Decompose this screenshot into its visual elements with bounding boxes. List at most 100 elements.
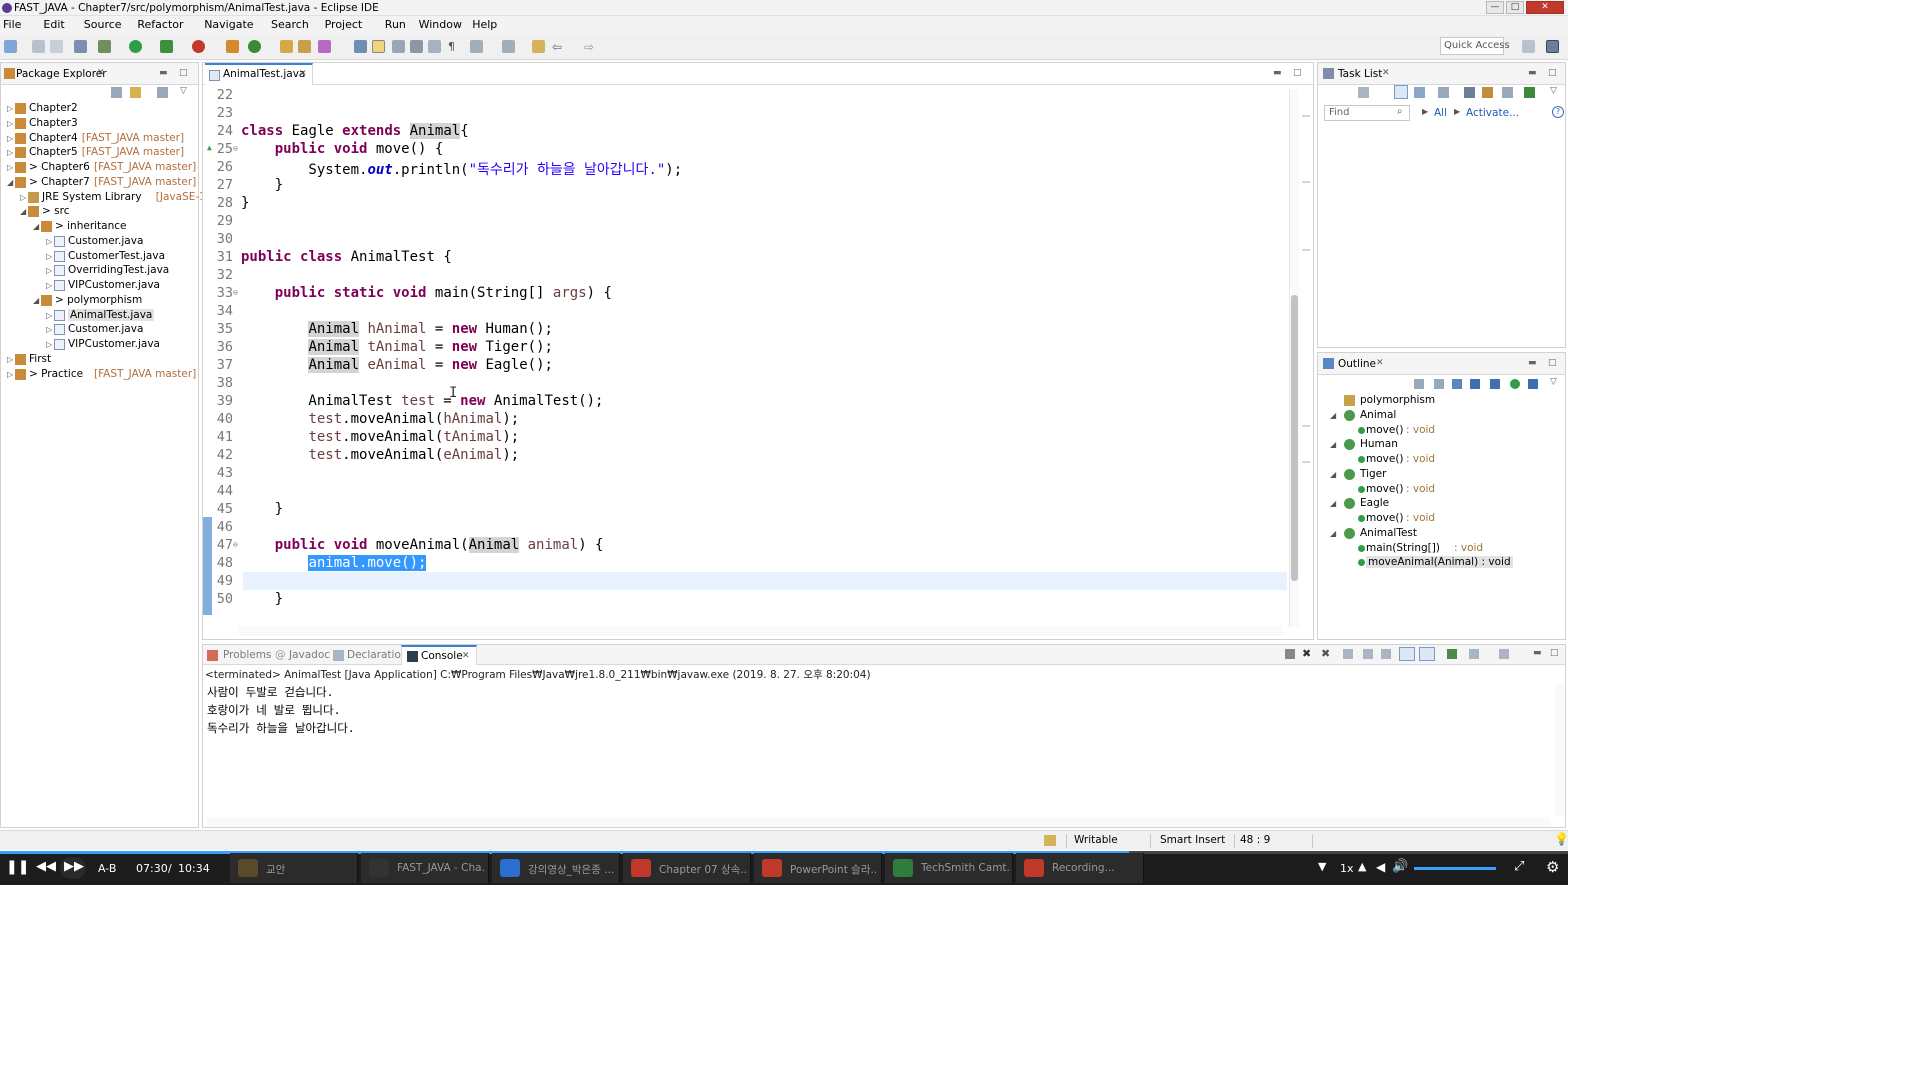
display-console-icon[interactable] [1469, 649, 1479, 659]
show-whitespace-icon[interactable] [428, 40, 441, 53]
menu-run[interactable]: Run [385, 18, 406, 31]
menu-source[interactable]: Source [84, 18, 122, 31]
collapsed-icon[interactable]: ▷ [46, 340, 52, 349]
new-class-icon[interactable] [248, 40, 261, 53]
code-area[interactable]: 22 23 24 class Eagle extends Animal{25 publ… [207, 89, 1287, 626]
tree-item[interactable]: ▷ > Chapter6 [FAST_JAVA master] [1, 160, 199, 175]
outline-title[interactable]: Outline [1338, 358, 1376, 370]
outline-item[interactable]: polymorphism [1318, 393, 1566, 408]
code-line[interactable]: test.moveAnimal(hAnimal); [241, 411, 519, 427]
clear-console-icon[interactable] [1343, 649, 1353, 659]
maximize-view-icon[interactable]: □ [1548, 358, 1557, 368]
menu-refactor[interactable]: Refactor [137, 18, 183, 31]
settings-gear-icon[interactable]: ⚙ [1546, 858, 1559, 876]
previous-icon[interactable]: ◀ [1376, 860, 1385, 874]
maximize-view-icon[interactable]: □ [179, 68, 188, 78]
fold-icon[interactable]: ⊖ [233, 540, 238, 549]
volume-slider[interactable] [1414, 867, 1496, 870]
collapse-all-icon[interactable] [1502, 87, 1513, 98]
minimize-view-icon[interactable]: ▬ [159, 68, 168, 78]
minimize-view-icon[interactable]: ▬ [1528, 68, 1537, 78]
tree-item[interactable]: ▷ VIPCustomer.java [1, 278, 199, 293]
expanded-icon[interactable]: ◢ [7, 178, 13, 187]
menu-search[interactable]: Search [271, 18, 309, 31]
taskbar-item[interactable]: PowerPoint 슬라... [754, 853, 882, 883]
outline-item[interactable]: move(): void [1318, 511, 1566, 526]
tree-item[interactable]: ▷ First [1, 352, 199, 367]
code-line[interactable]: Animal tAnimal = new Tiger(); [241, 339, 553, 355]
word-wrap-icon[interactable] [1381, 649, 1391, 659]
search-icon[interactable] [318, 40, 331, 53]
task-list-title[interactable]: Task List [1338, 68, 1382, 80]
menu-project[interactable]: Project [325, 18, 363, 31]
external-tools-icon[interactable] [192, 40, 205, 53]
previous-annotation-icon[interactable] [502, 40, 515, 53]
taskbar-item[interactable]: Chapter 07 상속... [623, 853, 751, 883]
fold-icon[interactable]: ⊖ [233, 288, 238, 297]
minimize-button[interactable]: — [1486, 1, 1504, 14]
menu-navigate[interactable]: Navigate [204, 18, 253, 31]
run-icon[interactable] [129, 40, 142, 53]
word-wrap-icon[interactable] [410, 40, 423, 53]
outline-item[interactable]: ◢ AnimalTest [1318, 526, 1566, 541]
save-all-icon[interactable] [50, 40, 63, 53]
close-icon[interactable]: ✕ [462, 651, 470, 661]
tab-javadoc[interactable]: Javadoc [289, 649, 330, 661]
tree-item[interactable]: ◢ > Chapter7 [FAST_JAVA master] [1, 175, 199, 190]
focus-task-icon[interactable] [157, 87, 168, 98]
scroll-lock-icon[interactable] [1363, 649, 1373, 659]
sync-icon[interactable] [1482, 87, 1493, 98]
minimize-view-icon[interactable]: ▬ [1533, 648, 1542, 658]
outline-item[interactable]: move(): void [1318, 452, 1566, 467]
hide-local-types-icon[interactable] [1528, 379, 1538, 389]
code-line[interactable]: public void move() { [241, 141, 444, 157]
pause-icon[interactable]: ❚❚ [6, 859, 29, 875]
new-icon[interactable] [4, 40, 17, 53]
taskbar-item[interactable]: FAST_JAVA - Cha... [361, 853, 489, 883]
tree-item[interactable]: ▷ > Practice [FAST_JAVA master] [1, 367, 199, 382]
show-on-stderr-icon[interactable] [1419, 647, 1435, 661]
forward-arrow-icon[interactable]: ⇨ [584, 40, 597, 54]
hide-completed-icon[interactable] [1464, 87, 1475, 98]
block-selection-icon[interactable] [392, 40, 405, 53]
all-link[interactable]: All [1434, 107, 1447, 119]
package-explorer-title[interactable]: Package Explorer [16, 68, 107, 80]
next-annotation-icon[interactable] [470, 40, 483, 53]
maximize-view-icon[interactable]: □ [1293, 68, 1302, 78]
maximize-button[interactable]: □ [1506, 1, 1524, 14]
quick-access-field[interactable]: Quick Access [1440, 37, 1510, 55]
tree-item[interactable]: ▷ Chapter2 [1, 101, 199, 116]
tab-declaration[interactable]: Declaration [347, 649, 408, 661]
skip-breakpoints-icon[interactable] [74, 40, 87, 53]
tree-item[interactable]: ▷ Customer.java [1, 234, 199, 249]
tree-item[interactable]: ◢ > src [1, 204, 199, 219]
taskbar-item[interactable]: 강의영상_박은종 ... [492, 853, 620, 883]
help-icon[interactable]: ? [1552, 106, 1564, 118]
code-line[interactable]: test.moveAnimal(eAnimal); [241, 447, 519, 463]
minimize-view-icon[interactable]: ▬ [1528, 358, 1537, 368]
code-line[interactable]: } [241, 177, 283, 193]
outline-item[interactable]: ◢ Human [1318, 437, 1566, 452]
speed-label[interactable]: 1x [1340, 862, 1354, 875]
remove-all-icon[interactable]: ✖ [1321, 647, 1330, 660]
close-button[interactable]: ✕ [1526, 1, 1564, 14]
tree-item[interactable]: ▷ JRE System Library [JavaSE-1.8] [1, 190, 220, 205]
tree-item[interactable]: ▷ CustomerTest.java [1, 249, 199, 264]
code-line[interactable]: test.moveAnimal(tAnimal); [241, 429, 519, 445]
menu-edit[interactable]: Edit [43, 18, 64, 31]
outline-item[interactable]: main(String[]): void [1318, 541, 1566, 556]
vertical-scrollbar-thumb[interactable] [1291, 295, 1298, 581]
new-java-project-icon[interactable] [226, 40, 239, 53]
tree-item[interactable]: ▷ Chapter4 [FAST_JAVA master] [1, 131, 199, 146]
tree-item[interactable]: ▷ Chapter3 [1, 116, 199, 131]
tree-item[interactable]: ▷ Customer.java [1, 322, 199, 337]
sort-icon[interactable] [1452, 379, 1462, 389]
open-type-icon[interactable] [280, 40, 293, 53]
close-icon[interactable]: ✕ [1376, 358, 1384, 368]
tree-item[interactable]: ▷ VIPCustomer.java [1, 337, 199, 352]
maximize-view-icon[interactable]: □ [1548, 68, 1557, 78]
console-output[interactable]: 사람이 두발로 걷습니다. 호랑이가 네 발로 뜁니다. 독수리가 하늘을 날아갑니… [207, 683, 355, 737]
view-menu-icon[interactable]: ▽ [1550, 86, 1557, 96]
repository-icon[interactable] [1524, 87, 1535, 98]
open-task-icon[interactable] [298, 40, 311, 53]
